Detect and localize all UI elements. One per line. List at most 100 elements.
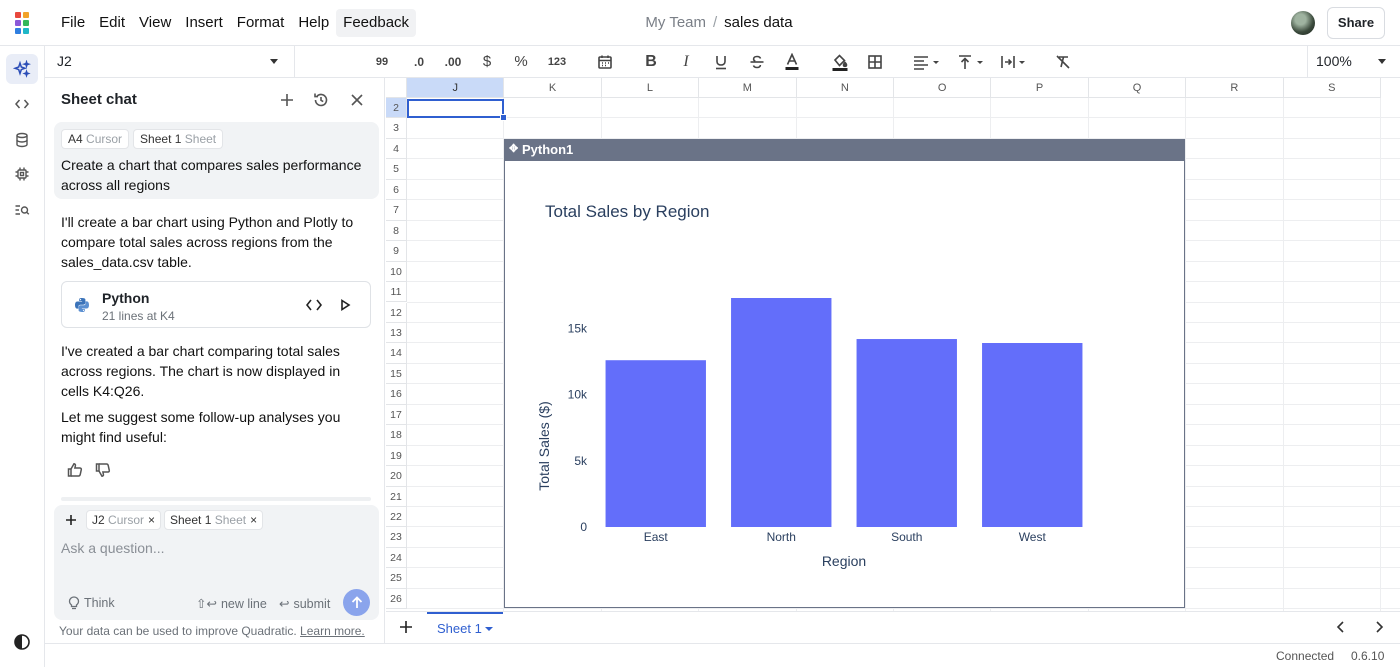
row-header-25[interactable]: 25: [386, 568, 407, 589]
column-header-m[interactable]: M: [699, 78, 797, 98]
row-header-10[interactable]: 10: [386, 261, 407, 283]
decrease-decimals-button[interactable]: .0: [406, 46, 432, 77]
chip-icon[interactable]: [6, 159, 38, 189]
breadcrumb-team[interactable]: My Team: [645, 14, 706, 31]
row-header-9[interactable]: 9: [386, 241, 407, 262]
context-chip-sheet[interactable]: Sheet 1 Sheet ×: [164, 510, 264, 530]
fill-color-icon[interactable]: [829, 46, 851, 77]
chevron-left-icon[interactable]: [1334, 620, 1348, 634]
borders-icon[interactable]: [865, 46, 885, 77]
column-header-o[interactable]: O: [894, 78, 992, 98]
add-context-icon[interactable]: [62, 511, 80, 529]
row-header-23[interactable]: 23: [386, 527, 407, 548]
y-axis-label: Total Sales ($): [536, 401, 552, 490]
row-header-19[interactable]: 19: [386, 445, 407, 467]
calendar-icon[interactable]: [594, 46, 616, 77]
lightbulb-icon: [68, 596, 80, 610]
row-header-2[interactable]: 2: [386, 98, 407, 119]
avatar[interactable]: [1291, 11, 1315, 35]
text-wrap-icon[interactable]: [999, 46, 1029, 77]
row-header-4[interactable]: 4: [386, 138, 407, 160]
send-button[interactable]: [343, 589, 370, 616]
ai-sparkle-icon[interactable]: [6, 54, 38, 84]
column-header-r[interactable]: R: [1186, 78, 1284, 98]
context-chip-cursor[interactable]: J2 Cursor ×: [86, 510, 162, 530]
underline-icon[interactable]: [711, 46, 731, 77]
column-header-s[interactable]: S: [1283, 78, 1381, 98]
chat-input[interactable]: Ask a question...: [61, 540, 165, 556]
vertical-align-icon[interactable]: [956, 46, 986, 77]
remove-chip-icon[interactable]: ×: [148, 513, 155, 527]
breadcrumb-file-name[interactable]: sales data: [724, 14, 792, 31]
think-toggle[interactable]: Think: [68, 596, 115, 610]
increase-decimals-label: .00: [444, 54, 462, 69]
view-code-icon[interactable]: [304, 296, 324, 314]
row-header-11[interactable]: 11: [386, 282, 407, 303]
database-icon[interactable]: [6, 125, 38, 155]
python-cell-header[interactable]: ✥ Python1: [504, 139, 1185, 160]
row-header-24[interactable]: 24: [386, 547, 407, 569]
bold-icon[interactable]: B: [641, 46, 661, 77]
move-handle-icon[interactable]: ✥: [509, 139, 518, 160]
row-header-14[interactable]: 14: [386, 343, 407, 364]
add-sheet-icon[interactable]: [398, 619, 414, 635]
row-header-20[interactable]: 20: [386, 466, 407, 487]
column-header-l[interactable]: L: [601, 78, 700, 98]
quote-button[interactable]: 99: [371, 46, 393, 77]
row-header-17[interactable]: 17: [386, 404, 407, 426]
column-header-q[interactable]: Q: [1088, 78, 1187, 98]
row-header-16[interactable]: 16: [386, 384, 407, 405]
number-format-button[interactable]: 123: [544, 46, 570, 77]
chevron-right-icon[interactable]: [1372, 620, 1386, 634]
row-header-7[interactable]: 7: [386, 200, 407, 221]
new-chat-icon[interactable]: [276, 89, 298, 111]
sheet-tab-sheet-1[interactable]: Sheet 1: [427, 612, 503, 643]
row-header-15[interactable]: 15: [386, 363, 407, 385]
currency-button[interactable]: $: [477, 46, 497, 77]
row-header-13[interactable]: 13: [386, 322, 407, 344]
close-icon[interactable]: [346, 89, 368, 111]
code-icon[interactable]: [6, 89, 38, 119]
spreadsheet-grid[interactable]: J K L M N O P Q R S 2 3 4 5 6 7 8 9 10 11 12 13 14 15 16 17 18 19 20…: [386, 78, 1400, 611]
column-header-k[interactable]: K: [504, 78, 602, 98]
python-code-card[interactable]: Python 21 lines at K4: [61, 281, 371, 328]
selected-cell-j2[interactable]: [407, 99, 504, 118]
column-header-n[interactable]: N: [796, 78, 894, 98]
history-icon[interactable]: [310, 89, 332, 111]
zoom-select[interactable]: 100%: [1307, 46, 1400, 77]
grid-corner[interactable]: [386, 78, 407, 98]
share-button[interactable]: Share: [1327, 7, 1385, 39]
theme-toggle-icon[interactable]: [6, 627, 38, 657]
column-header-j[interactable]: J: [407, 78, 505, 98]
remove-chip-icon[interactable]: ×: [250, 513, 257, 527]
clear-formatting-icon[interactable]: [1053, 46, 1073, 77]
y-tick-label: 5k: [574, 454, 588, 468]
fill-handle[interactable]: [500, 114, 507, 121]
grid-line: [1380, 98, 1381, 611]
learn-more-link[interactable]: Learn more.: [300, 624, 365, 638]
cell-name-box[interactable]: J2: [45, 46, 295, 77]
strikethrough-icon[interactable]: [747, 46, 767, 77]
row-header-6[interactable]: 6: [386, 179, 407, 201]
text-color-icon[interactable]: [782, 46, 802, 77]
row-header-3[interactable]: 3: [386, 118, 407, 139]
align-left-icon[interactable]: [911, 46, 941, 77]
row-header-26[interactable]: 26: [386, 588, 407, 610]
row-header-12[interactable]: 12: [386, 302, 407, 323]
italic-icon[interactable]: I: [676, 46, 696, 77]
thumbs-up-icon[interactable]: [67, 462, 83, 478]
bar-east: [605, 360, 706, 527]
row-header-5[interactable]: 5: [386, 159, 407, 180]
row-header-22[interactable]: 22: [386, 507, 407, 528]
chevron-down-icon[interactable]: [485, 627, 493, 631]
thumbs-down-icon[interactable]: [95, 462, 111, 478]
percent-button[interactable]: %: [511, 46, 531, 77]
column-header-p[interactable]: P: [991, 78, 1089, 98]
row-header-18[interactable]: 18: [386, 425, 407, 446]
search-list-icon[interactable]: [6, 195, 38, 225]
python-chart-output[interactable]: Total Sales by Region 0 5k 10k 15k East North…: [504, 160, 1185, 608]
run-code-icon[interactable]: [335, 296, 355, 314]
row-header-8[interactable]: 8: [386, 220, 407, 242]
row-header-21[interactable]: 21: [386, 486, 407, 507]
increase-decimals-button[interactable]: .00: [440, 46, 466, 77]
